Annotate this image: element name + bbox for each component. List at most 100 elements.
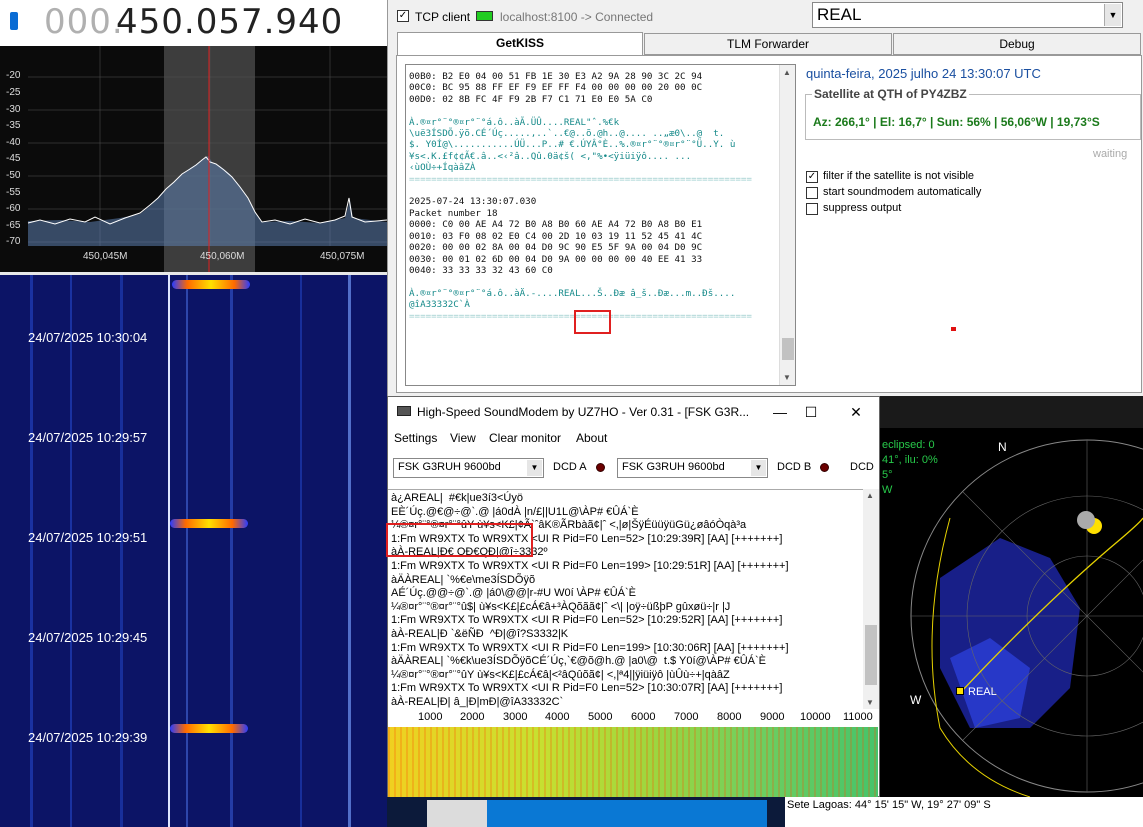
menu-clear-monitor[interactable]: Clear monitor bbox=[489, 431, 561, 445]
utc-datetime: quinta-feira, 2025 julho 24 13:30:07 UTC bbox=[806, 66, 1041, 81]
tab-debug[interactable]: Debug bbox=[893, 33, 1141, 55]
audio-freq-tick: 6000 bbox=[631, 711, 656, 723]
monitor-line: ========================================… bbox=[409, 173, 752, 185]
monitor-line bbox=[409, 185, 779, 196]
dcd-a-label: DCD A bbox=[553, 461, 587, 473]
db-label: -50 bbox=[6, 170, 21, 181]
freq-axis-label: 450,045M bbox=[83, 251, 128, 262]
bottom-strip: Sete Lagoas: 44° 15' 15" W, 19° 27' 09" … bbox=[387, 797, 1143, 827]
soundmodem-scrollbar[interactable]: ▲ ▼ bbox=[863, 489, 879, 709]
eclipse-info: eclipsed: 0 41°, ilu: 0% 5° W bbox=[882, 439, 938, 496]
mode-select-b[interactable]: FSK G3RUH 9600bd ▼ bbox=[617, 458, 768, 478]
soundmodem-line: àÄÀREAL| `%€k\ue3ÍSDÕÿõCÉ´Úç,`€@õ@h.@ |a… bbox=[391, 655, 766, 668]
chevron-down-icon[interactable]: ▼ bbox=[1104, 4, 1121, 26]
db-label: -70 bbox=[6, 236, 21, 247]
menu-view[interactable]: View bbox=[450, 431, 476, 445]
monitor-line: 0030: 00 01 02 6D 00 04 D0 9A 00 00 00 0… bbox=[409, 253, 703, 265]
getkiss-window: ✓ TCP client localhost:8100 -> Connected… bbox=[387, 0, 1143, 396]
db-label: -35 bbox=[6, 120, 21, 131]
db-label: -45 bbox=[6, 153, 21, 164]
waterfall-timestamp: 24/07/2025 10:29:57 bbox=[28, 430, 148, 445]
waterfall-trace bbox=[348, 275, 351, 827]
tab-tlm-forwarder[interactable]: TLM Forwarder bbox=[644, 33, 892, 55]
audio-freq-tick: 3000 bbox=[503, 711, 528, 723]
marker-dot bbox=[951, 327, 956, 331]
monitor-line: ‹ùOÙ÷+ÍqàâZÀ bbox=[409, 162, 476, 174]
monitor-line: $. Y0Í@\...........ÚÜ...P..# €.ÚYÂ°È..%.… bbox=[409, 139, 736, 151]
monitor-line bbox=[409, 105, 779, 116]
chevron-down-icon[interactable]: ▼ bbox=[527, 460, 542, 476]
app-icon bbox=[397, 406, 411, 416]
satellite-select-value: REAL bbox=[817, 5, 862, 24]
start-soundmodem-checkbox[interactable] bbox=[806, 187, 818, 199]
scroll-up-icon[interactable]: ▲ bbox=[866, 491, 874, 500]
chevron-down-icon[interactable]: ▼ bbox=[751, 460, 766, 476]
mode-select-a[interactable]: FSK G3RUH 9600bd ▼ bbox=[393, 458, 544, 478]
satellite-position-text: Az: 266,1° | El: 16,7° | Sun: 56% | 56,0… bbox=[813, 115, 1100, 129]
scroll-down-icon[interactable]: ▼ bbox=[783, 373, 791, 382]
monitor-line: \uë3ÍSDÕ.ÿõ.CÉ´Úç.....,..`..€@..õ.@h..@.… bbox=[409, 128, 725, 140]
monitor-line bbox=[409, 276, 779, 287]
orbit-map[interactable]: eclipsed: 0 41°, ilu: 0% 5° W N W REAL bbox=[880, 428, 1143, 797]
tcp-client-checkbox[interactable]: ✓ bbox=[397, 10, 409, 22]
suppress-output-checkbox[interactable] bbox=[806, 203, 818, 215]
monitor-line: À.®¤r°¨°®¤r°¨°á.ô..àÃ.ÜÛ....REAL"ˆ.%€k bbox=[409, 116, 620, 128]
satellite-marker-icon bbox=[956, 687, 964, 695]
frequency-value[interactable]: 450.057.940 bbox=[116, 2, 343, 42]
monitor-line: 0040: 33 33 33 32 43 60 C0 bbox=[409, 264, 553, 276]
dcd-c-label: DCD bbox=[850, 461, 874, 473]
satellite-select[interactable]: REAL ▼ bbox=[812, 2, 1123, 28]
menu-settings[interactable]: Settings bbox=[394, 431, 437, 445]
audio-freq-tick: 5000 bbox=[588, 711, 613, 723]
scroll-up-icon[interactable]: ▲ bbox=[783, 68, 791, 77]
soundmodem-line: ¼®¤r°¨°®¤r°¨°ûY ù¥s<K£|£cÁ€â|<²âQûõã¢| <… bbox=[391, 668, 730, 681]
soundmodem-line: AÉ´Úç.@@÷@`.@ |á0\@@|r-#U W0í \ÀP# €ÛÁ`È bbox=[391, 587, 637, 600]
waterfall-carrier-line bbox=[168, 275, 170, 827]
monitor-line: 0010: 03 F0 08 02 E0 C4 00 2D 10 03 19 1… bbox=[409, 230, 703, 242]
monitor-line: ¥s<.K.£f¢¢Ã€.â..<‹²â..Qû.0ä¢š( <,"%•<ÿiü… bbox=[409, 150, 692, 162]
filter-visible-checkbox[interactable]: ✓ bbox=[806, 171, 818, 183]
monitor-line: 0000: C0 00 AE A4 72 B0 A8 B0 60 AE A4 7… bbox=[409, 219, 703, 231]
slider-handle-icon[interactable] bbox=[10, 12, 18, 30]
db-label: -25 bbox=[6, 87, 21, 98]
soundmodem-monitor[interactable]: à¿AREAL| #€k|ue3í3<Úyö EÈ´Úç.@€@÷@`.@ |á0… bbox=[388, 489, 878, 709]
db-label: -30 bbox=[6, 104, 21, 115]
scrollbar-thumb[interactable] bbox=[782, 338, 794, 360]
menu-about[interactable]: About bbox=[576, 431, 607, 445]
soundmodem-line: ¼®¤r°¨°®¤r°¨°û$| ù¥s<K£|£cÁ€â+³ÀQõãã¢|ˆ … bbox=[391, 600, 731, 613]
spectrum-plot[interactable]: -20 -25 -30 -35 -40 -45 -50 -55 -60 -65 … bbox=[0, 46, 387, 272]
maximize-icon[interactable]: ☐ bbox=[796, 402, 826, 422]
mode-select-b-value: FSK G3RUH 9600bd bbox=[622, 461, 725, 473]
close-icon[interactable]: ✕ bbox=[841, 402, 871, 422]
monitor-scrollbar[interactable]: ▲ ▼ bbox=[779, 65, 795, 385]
tab-getkiss[interactable]: GetKISS bbox=[397, 32, 643, 56]
satellite-info-group: Satellite at QTH of PY4ZBZ Az: 266,1° | … bbox=[805, 87, 1141, 140]
audio-freq-tick: 4000 bbox=[545, 711, 570, 723]
taskbar-slider[interactable] bbox=[427, 800, 487, 827]
window-title: High-Speed SoundModem by UZ7HO - Ver 0.3… bbox=[417, 405, 750, 419]
waterfall-trace bbox=[230, 275, 233, 827]
scroll-down-icon[interactable]: ▼ bbox=[866, 698, 874, 707]
compass-west-label: W bbox=[910, 693, 922, 707]
audio-freq-tick: 2000 bbox=[460, 711, 485, 723]
soundmodem-line: àÀ-REAL|Ð| â_|Ð|mÐ|@îA33332C` bbox=[391, 695, 564, 708]
audio-freq-tick: 10000 bbox=[800, 711, 831, 723]
soundmodem-line: 1:Fm WR9XTX To WR9XTX <UI R Pid=F0 Len=1… bbox=[391, 559, 789, 572]
option-label: filter if the satellite is not visible bbox=[823, 170, 975, 182]
scrollbar-thumb[interactable] bbox=[865, 625, 877, 685]
taskbar-window[interactable] bbox=[487, 800, 767, 827]
minimize-icon[interactable]: — bbox=[765, 402, 795, 422]
signal-burst bbox=[170, 519, 248, 528]
frequency-display[interactable]: 000. 450.057.940 bbox=[0, 0, 387, 46]
kiss-monitor[interactable]: 00B0: B2 E0 04 00 51 FB 1E 30 E3 A2 9A 2… bbox=[405, 64, 796, 386]
freq-axis-label: 450,060M bbox=[200, 251, 245, 262]
dcd-b-label: DCD B bbox=[777, 461, 812, 473]
soundmodem-spectrum[interactable]: 1000 2000 3000 4000 5000 6000 7000 8000 … bbox=[388, 709, 878, 797]
audio-freq-tick: 11000 bbox=[843, 711, 873, 723]
waterfall-display[interactable]: 24/07/2025 10:30:04 24/07/2025 10:29:57 … bbox=[0, 272, 387, 827]
status-waiting: waiting bbox=[1093, 148, 1128, 160]
soundmodem-line: 1:Fm WR9XTX To WR9XTX <UI R Pid=F0 Len=5… bbox=[391, 614, 783, 627]
soundmodem-titlebar[interactable]: High-Speed SoundModem by UZ7HO - Ver 0.3… bbox=[388, 397, 879, 427]
soundmodem-line: à¿AREAL| #€k|ue3í3<Úyö bbox=[391, 492, 523, 504]
monitor-line: 2025-07-24 13:30:07.030 bbox=[409, 196, 537, 208]
